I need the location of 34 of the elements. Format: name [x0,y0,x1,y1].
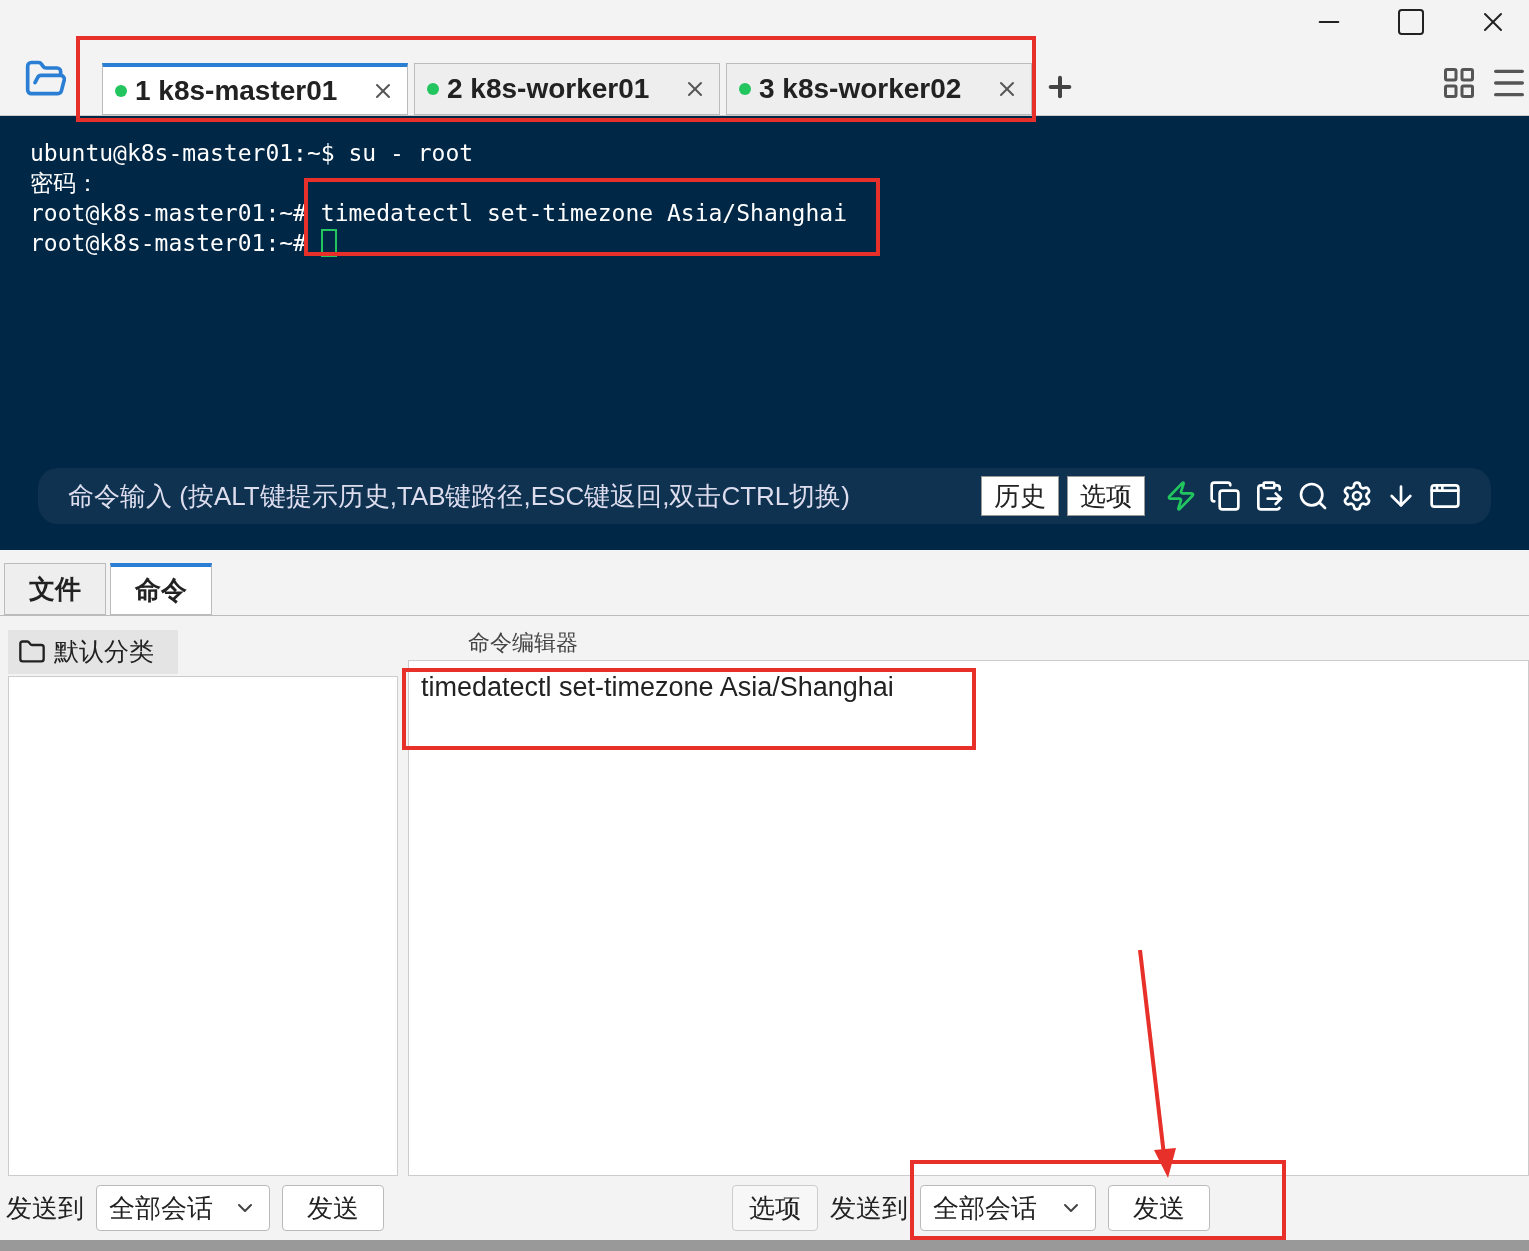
lightning-icon[interactable] [1165,480,1197,512]
search-icon[interactable] [1297,480,1329,512]
grid-icon[interactable] [1441,65,1477,101]
copy-icon[interactable] [1209,480,1241,512]
terminal-line: root@k8s-master01:~# timedatectl set-timezone Asia/Shanghai [30,199,847,228]
terminal[interactable]: ubuntu@k8s-master01:~$ su - root 密码： root@k8s-master01:~# timedatectl set-timezone Asia/Shanghai root@k8s-master01:~# 命令输入 (按ALT键提示历史,TAB键路径,ESC键返回,双击CTRL切换) 历史 选项 [0,116,1529,550]
send-button[interactable]: 发送 [1108,1185,1210,1231]
target-dropdown[interactable]: 全部会话 [96,1185,270,1231]
send-to-label: 发送到 [6,1191,84,1225]
terminal-line: ubuntu@k8s-master01:~$ su - root [30,139,474,168]
session-tab[interactable]: 2 k8s-worker01 [414,63,720,115]
maximize-icon[interactable] [1395,6,1427,38]
options-button[interactable]: 选项 [732,1185,818,1231]
command-editor[interactable]: timedatectl set-timezone Asia/Shanghai [408,660,1529,1176]
target-dropdown[interactable]: 全部会话 [920,1185,1096,1231]
tab-label: 3 k8s-worker02 [759,72,963,106]
command-input[interactable]: 命令输入 (按ALT键提示历史,TAB键路径,ESC键返回,双击CTRL切换) [68,476,973,516]
editor-title: 命令编辑器 [468,630,579,657]
cursor [320,229,337,257]
tab-label: 1 k8s-master01 [135,73,339,108]
settings-icon[interactable] [1341,480,1373,512]
bar-button[interactable]: 选项 [1067,476,1145,516]
folder-icon [18,638,46,666]
category-tab[interactable]: 默认分类 [8,630,178,674]
tab-label: 2 k8s-worker01 [447,72,651,106]
send-to-label: 发送到 [830,1191,908,1225]
panel-tab[interactable]: 命令 [110,563,212,615]
send-button[interactable]: 发送 [282,1185,384,1231]
bar-button[interactable]: 历史 [981,476,1059,516]
session-tab[interactable]: 3 k8s-worker02 [726,63,1032,115]
terminal-line: 密码： [30,169,99,198]
session-tab[interactable]: 1 k8s-master01 [102,63,408,115]
panel-tab[interactable]: 文件 [4,563,106,615]
terminal-line: root@k8s-master01:~# [30,229,308,258]
